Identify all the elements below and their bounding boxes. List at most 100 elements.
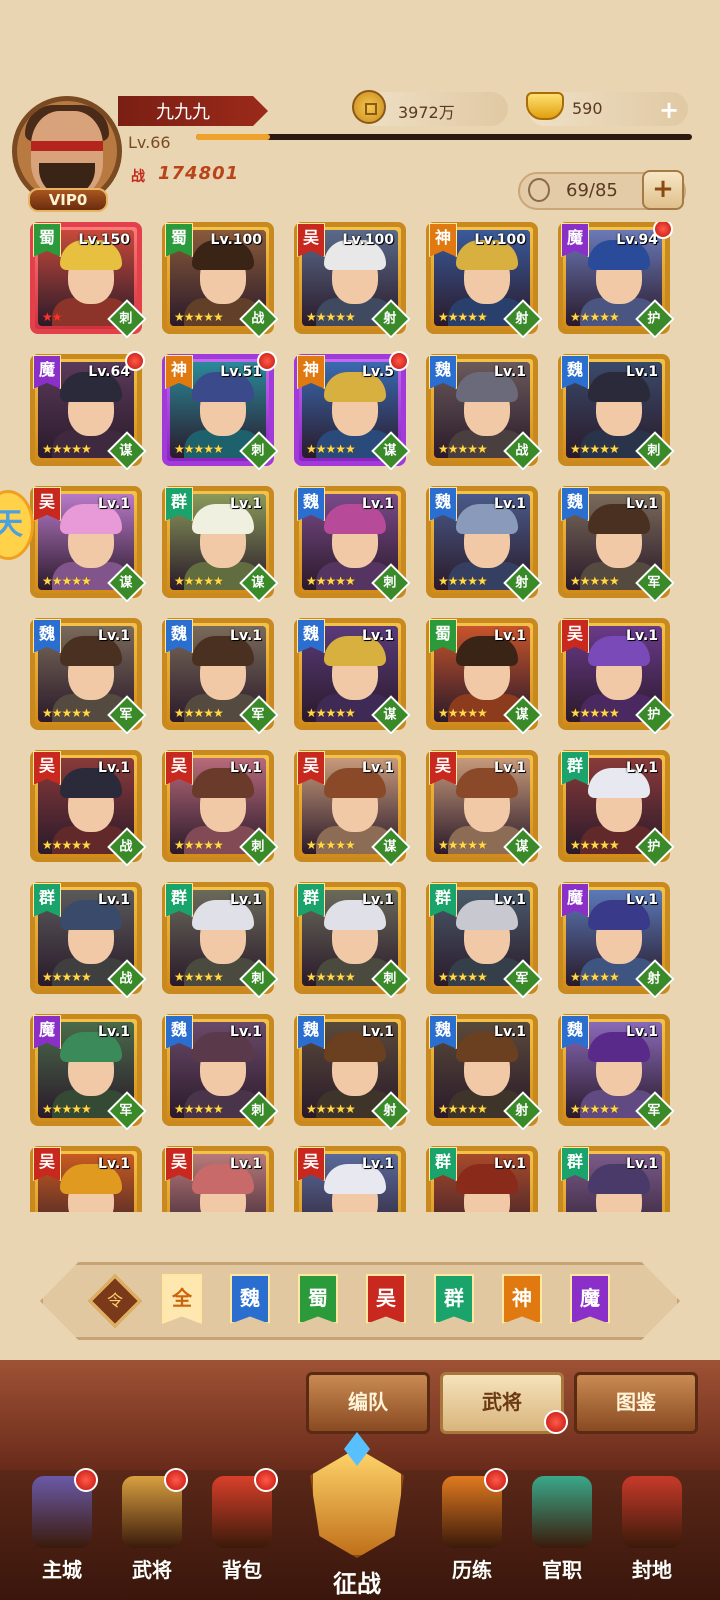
hero-card[interactable]: Lv.1 ★★★★★ 魏射 (426, 1014, 543, 1131)
hero-level: Lv.1 (98, 892, 130, 908)
hero-card[interactable]: Lv.100 ★★★★★ 吴射 (294, 222, 411, 339)
hero-card[interactable]: Lv.1 ★★★★★ 蜀谋 (426, 618, 543, 735)
experience-fill (196, 134, 271, 140)
hero-role-text: 谋 (383, 707, 397, 723)
hero-role-text: 护 (647, 707, 661, 723)
hero-level: Lv.1 (362, 892, 394, 908)
nav-label: 封地 (632, 1558, 672, 1582)
hero-level: Lv.1 (494, 496, 526, 512)
hero-card[interactable]: Lv.1 ★★★★★ 魔军 (30, 1014, 147, 1131)
hero-stars: ★★★★★ (570, 970, 620, 984)
hero-card[interactable]: Lv.1 ★★★★★ 群护 (558, 750, 675, 867)
filter-tab[interactable]: 神 (502, 1274, 542, 1324)
hero-card[interactable]: Lv.1 ★★★★★ 魏军 (162, 618, 279, 735)
subtab-button[interactable]: 图鉴 (574, 1372, 698, 1434)
hero-card[interactable]: Lv.1 ★★★★★ 魏军 (558, 1014, 675, 1131)
hero-card[interactable]: Lv.94 ★★★★★ 魔护 (558, 222, 675, 339)
hero-card[interactable]: Lv.1 ★★★★★ 魏刺 (162, 1014, 279, 1131)
hero-card[interactable]: Lv.1 群 (426, 1146, 538, 1212)
hero-role-text: 谋 (251, 575, 265, 591)
filter-tab[interactable]: 魏 (230, 1274, 270, 1324)
nav-item[interactable]: 主城 (22, 1468, 102, 1598)
hero-card[interactable]: Lv.1 ★★★★★ 吴护 (558, 618, 675, 735)
filter-tab[interactable]: 吴 (366, 1274, 406, 1324)
nav-item[interactable]: 武将 (112, 1468, 192, 1598)
nav-campaign[interactable]: 征战 (292, 1428, 422, 1600)
hero-role-text: 谋 (515, 707, 529, 723)
hero-role-text: 战 (119, 971, 133, 987)
hero-card[interactable]: Lv.1 ★★★★★ 吴战 (30, 750, 147, 867)
hero-level: Lv.1 (230, 892, 262, 908)
expand-capacity-button[interactable]: + (642, 170, 684, 210)
hero-card[interactable]: Lv.1 吴 (162, 1146, 274, 1212)
filter-tab[interactable]: 蜀 (298, 1274, 338, 1324)
hero-level: Lv.1 (626, 364, 658, 380)
hero-card[interactable]: Lv.1 ★★★★★ 魏刺 (558, 354, 675, 471)
hero-stars: ★★★★★ (42, 1102, 92, 1116)
nav-item[interactable]: 官职 (522, 1468, 602, 1598)
hero-card[interactable]: Lv.5 ★★★★★ 神谋 (294, 351, 411, 471)
hero-card[interactable]: Lv.1 吴 (30, 1146, 142, 1212)
hero-card[interactable]: Lv.1 ★★★★★ 魏战 (426, 354, 543, 471)
vip-badge[interactable]: VIP0 (28, 188, 108, 212)
hero-role-text: 谋 (515, 839, 529, 855)
nav-building-icon (622, 1476, 682, 1548)
player-level: Lv.66 (128, 133, 171, 152)
hero-card[interactable]: Lv.1 ★★★★★ 群刺 (294, 882, 411, 999)
person-icon (528, 178, 550, 202)
subtab-button[interactable]: 编队 (306, 1372, 430, 1434)
hero-level: Lv.1 (98, 1024, 130, 1040)
side-event-badge[interactable]: 天 (0, 490, 34, 560)
hero-role-text: 刺 (383, 575, 397, 591)
filter-tab[interactable]: 全 (162, 1274, 202, 1324)
hero-card[interactable]: Lv.1 ★★★★★ 吴谋 (426, 750, 543, 867)
sort-icon-glyph: 令 (106, 1291, 123, 1310)
add-gold-button[interactable]: + (655, 96, 683, 124)
hero-card[interactable]: Lv.1 ★★★★★ 魏射 (426, 486, 543, 603)
hero-card[interactable]: Lv.1 ★★★★★ 吴谋 (294, 750, 411, 867)
hero-stars: ★★★★★ (438, 970, 488, 984)
game-screen: VIP0 九九九 Lv.66 战 174801 3972万 590 + 69/8… (0, 0, 720, 1600)
hero-role-text: 谋 (119, 575, 133, 591)
hero-stars: ★★★★★ (174, 970, 224, 984)
gold-value: 590 (572, 99, 603, 118)
hero-role-text: 射 (515, 311, 529, 327)
notification-dot (125, 351, 145, 371)
hero-card[interactable]: Lv.64 ★★★★★ 魔谋 (30, 351, 147, 471)
hero-level: Lv.1 (626, 892, 658, 908)
filter-tab[interactable]: 魔 (570, 1274, 610, 1324)
hero-card[interactable]: Lv.1 ★★★★★ 吴谋 (30, 486, 147, 603)
hero-card[interactable]: Lv.1 ★★★★★ 吴刺 (162, 750, 279, 867)
hero-card[interactable]: Lv.1 ★★★★★ 魏射 (294, 1014, 411, 1131)
copper-coin-icon (352, 90, 386, 124)
nav-item[interactable]: 背包 (202, 1468, 282, 1598)
hero-card[interactable]: Lv.1 ★★★★★ 群军 (426, 882, 543, 999)
nav-item[interactable]: 封地 (612, 1468, 692, 1598)
hero-stars: ★★★★★ (42, 970, 92, 984)
nav-building-icon (532, 1476, 592, 1548)
hero-level: Lv.1 (98, 628, 130, 644)
hero-card[interactable]: Lv.150 ★★ 蜀刺 (30, 222, 147, 339)
hero-card[interactable]: Lv.1 ★★★★★ 魏军 (558, 486, 675, 603)
nav-label: 历练 (452, 1558, 492, 1582)
hero-card[interactable]: Lv.1 ★★★★★ 群刺 (162, 882, 279, 999)
hero-card[interactable]: Lv.1 群 (558, 1146, 670, 1212)
hero-card[interactable]: Lv.1 ★★★★★ 魔射 (558, 882, 675, 999)
notification-dot (74, 1468, 98, 1492)
experience-bar (196, 134, 692, 140)
hero-card[interactable]: Lv.1 ★★★★★ 魏刺 (294, 486, 411, 603)
hero-stars: ★★★★★ (438, 706, 488, 720)
hero-card[interactable]: Lv.1 吴 (294, 1146, 406, 1212)
hero-card[interactable]: Lv.100 ★★★★★ 神射 (426, 222, 543, 339)
nav-item[interactable]: 历练 (432, 1468, 512, 1598)
hero-role-text: 刺 (251, 971, 265, 987)
hero-stars: ★★★★★ (306, 442, 356, 456)
hero-card[interactable]: Lv.51 ★★★★★ 神刺 (162, 351, 279, 471)
hero-role-text: 刺 (119, 311, 133, 327)
hero-card[interactable]: Lv.1 ★★★★★ 魏军 (30, 618, 147, 735)
hero-card[interactable]: Lv.1 ★★★★★ 群谋 (162, 486, 279, 603)
hero-card[interactable]: Lv.100 ★★★★★ 蜀战 (162, 222, 279, 339)
filter-tab[interactable]: 群 (434, 1274, 474, 1324)
hero-card[interactable]: Lv.1 ★★★★★ 魏谋 (294, 618, 411, 735)
hero-card[interactable]: Lv.1 ★★★★★ 群战 (30, 882, 147, 999)
